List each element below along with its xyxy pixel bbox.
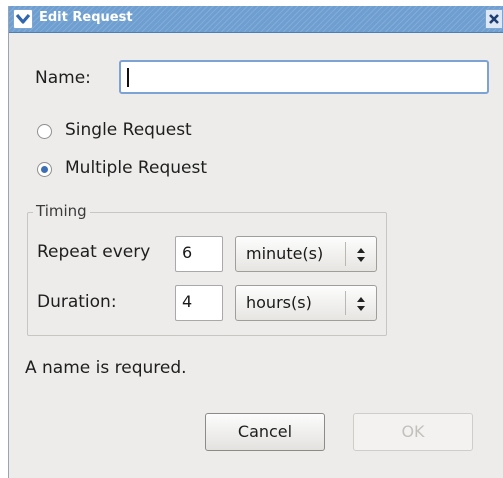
close-button[interactable]	[485, 9, 503, 29]
repeat-unit-value: minute(s)	[246, 244, 324, 263]
multiple-request-radio[interactable]	[37, 162, 52, 177]
name-input[interactable]	[119, 60, 489, 94]
title-bar[interactable]: Edit Request	[9, 6, 503, 33]
single-request-label[interactable]: Single Request	[65, 120, 192, 140]
up-down-arrows-icon	[357, 248, 365, 262]
chevron-down-icon	[15, 13, 31, 24]
duration-value-input[interactable]: 4	[175, 285, 223, 321]
up-down-arrows-icon	[357, 297, 365, 311]
timing-frame-title: Timing	[33, 202, 90, 220]
repeat-every-label: Repeat every	[37, 242, 151, 262]
window-menu-button[interactable]	[13, 9, 33, 29]
multiple-request-label[interactable]: Multiple Request	[65, 158, 207, 178]
name-label: Name:	[35, 68, 91, 88]
close-icon	[489, 14, 499, 24]
repeat-unit-select[interactable]: minute(s)	[235, 236, 377, 272]
cancel-button[interactable]: Cancel	[205, 413, 325, 451]
duration-unit-select[interactable]: hours(s)	[235, 285, 377, 321]
edit-request-dialog: Edit Request Name: Single Request Multip…	[8, 6, 503, 478]
duration-unit-value: hours(s)	[246, 293, 312, 312]
window-title: Edit Request	[39, 10, 133, 25]
combo-separator	[345, 242, 346, 266]
text-caret	[127, 68, 129, 87]
validation-message: A name is requred.	[25, 358, 187, 378]
duration-label: Duration:	[37, 292, 117, 312]
ok-button[interactable]: OK	[353, 413, 473, 451]
repeat-value-input[interactable]: 6	[175, 236, 223, 272]
single-request-radio[interactable]	[37, 124, 52, 139]
combo-separator	[345, 291, 346, 315]
